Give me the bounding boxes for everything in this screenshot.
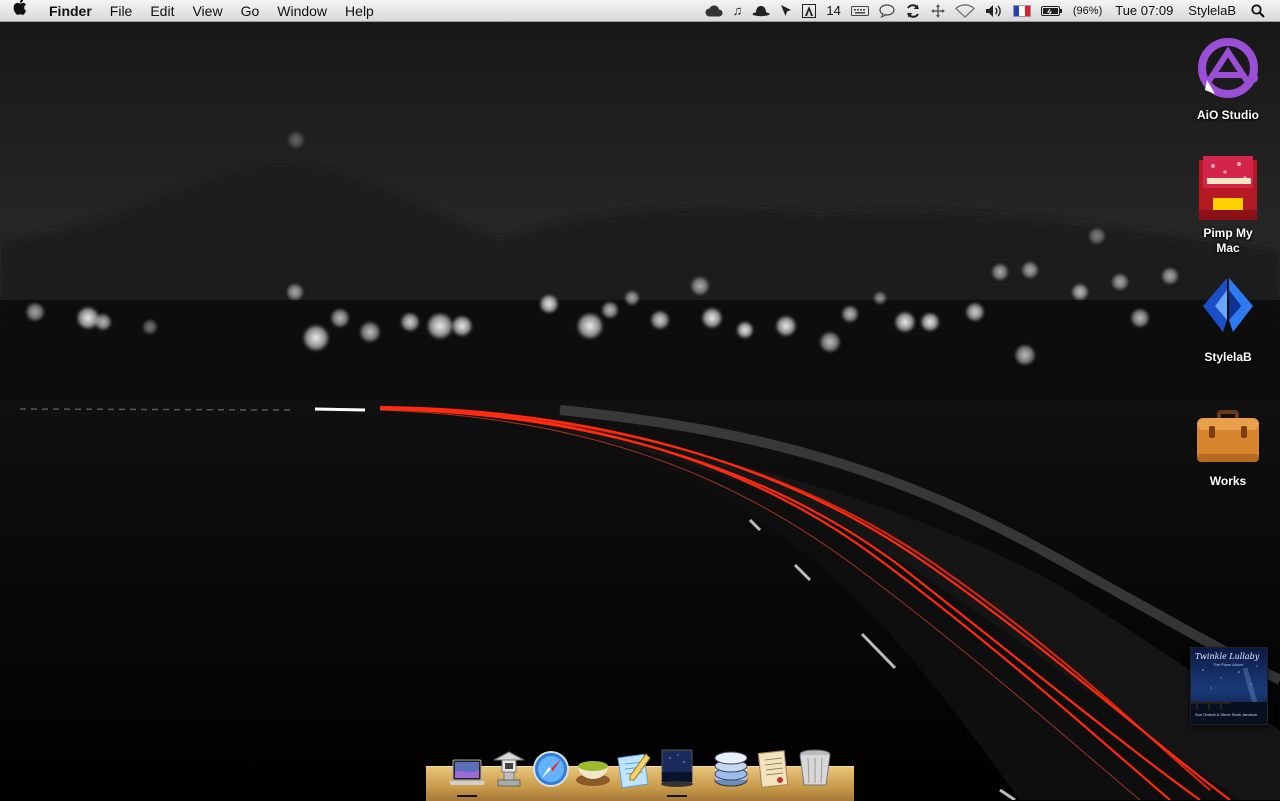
- menu-go[interactable]: Go: [232, 0, 269, 22]
- menu-app-finder[interactable]: Finder: [40, 0, 101, 22]
- bowler-hat-icon[interactable]: [747, 0, 775, 22]
- wifi-icon[interactable]: [950, 0, 980, 22]
- album-title: Twinkle Lullaby: [1195, 652, 1260, 661]
- letter-icon: [757, 750, 789, 788]
- dock-item-itunes[interactable]: [658, 748, 696, 797]
- safari-icon: [533, 751, 569, 787]
- spotlight-search-icon[interactable]: [1241, 0, 1270, 22]
- user-name[interactable]: StylelaB: [1178, 0, 1241, 22]
- dock-item-lantern[interactable]: [490, 748, 528, 788]
- menu-edit[interactable]: Edit: [141, 0, 183, 22]
- speech-bubble-icon[interactable]: [874, 0, 900, 22]
- dock: [448, 744, 834, 797]
- cloud-icon[interactable]: [700, 0, 728, 22]
- sync-icon[interactable]: [900, 0, 926, 22]
- pimp-my-mac-icon: [1199, 156, 1257, 220]
- desktop-icon-label: Works: [1209, 474, 1247, 488]
- desktop-icon-label: AiO Studio: [1197, 108, 1259, 122]
- dock-item-safari[interactable]: [532, 748, 570, 788]
- menu-file[interactable]: File: [101, 0, 142, 22]
- running-indicator: [457, 795, 477, 797]
- music-note-icon[interactable]: ♫: [728, 0, 748, 22]
- adobe-updater-icon[interactable]: [797, 0, 821, 22]
- album-artist: Sue Dristoll & Steve Stark Jamison: [1195, 712, 1258, 717]
- volume-icon[interactable]: [980, 0, 1008, 22]
- menu-help[interactable]: Help: [336, 0, 383, 22]
- desktop-icon-label: StylelaB: [1204, 350, 1252, 364]
- move-arrows-icon[interactable]: [926, 0, 950, 22]
- battery-percent: (96%): [1072, 4, 1103, 17]
- apple-icon[interactable]: [0, 0, 40, 22]
- itunes-icon: [661, 749, 693, 787]
- desktop-icon-pimp-my-mac[interactable]: Pimp My Mac: [1173, 152, 1280, 256]
- keyboard-icon[interactable]: [846, 0, 874, 22]
- menu-bar: Finder File Edit View Go Window Help ♫ 1…: [0, 0, 1280, 22]
- aio-studio-icon: [1198, 38, 1258, 98]
- desktop-icon-label: Pimp My Mac: [1203, 226, 1253, 255]
- battery-icon[interactable]: [1036, 0, 1068, 22]
- dock-item-macbook[interactable]: [448, 748, 486, 797]
- menu-view[interactable]: View: [183, 0, 231, 22]
- album-subtitle: The Piano Album: [1213, 662, 1244, 667]
- dock-item-trash[interactable]: [796, 748, 834, 788]
- macbook-icon: [449, 759, 485, 785]
- desktop-icon-aio-studio[interactable]: AiO Studio: [1173, 34, 1280, 123]
- tea-icon: [576, 761, 610, 786]
- trash-icon: [799, 749, 831, 786]
- desktop-icon-stylelab[interactable]: StylelaB: [1173, 276, 1280, 365]
- album-art-widget[interactable]: Twinkle Lullaby The Piano Album Sue Dris…: [1190, 647, 1268, 725]
- french-flag-icon[interactable]: [1008, 0, 1036, 22]
- cursor-icon[interactable]: [775, 0, 797, 22]
- dock-item-stack[interactable]: [712, 748, 750, 788]
- stylelab-icon: [1203, 278, 1253, 332]
- desktop-icon-works[interactable]: Works: [1173, 400, 1280, 489]
- dock-item-tea[interactable]: [574, 748, 612, 788]
- clock[interactable]: Tue 07:09: [1107, 0, 1178, 22]
- dock-item-letter[interactable]: [754, 748, 792, 788]
- running-indicator: [667, 795, 687, 797]
- stack-icon: [714, 751, 748, 787]
- briefcase-icon: [1197, 410, 1259, 462]
- textedit-icon: [617, 753, 651, 788]
- desktop-wallpaper: [0, 0, 1280, 800]
- menu-window[interactable]: Window: [268, 0, 336, 22]
- lantern-icon: [493, 751, 525, 787]
- dock-item-textedit[interactable]: [616, 748, 654, 788]
- adobe-updates-count: 14: [826, 2, 841, 18]
